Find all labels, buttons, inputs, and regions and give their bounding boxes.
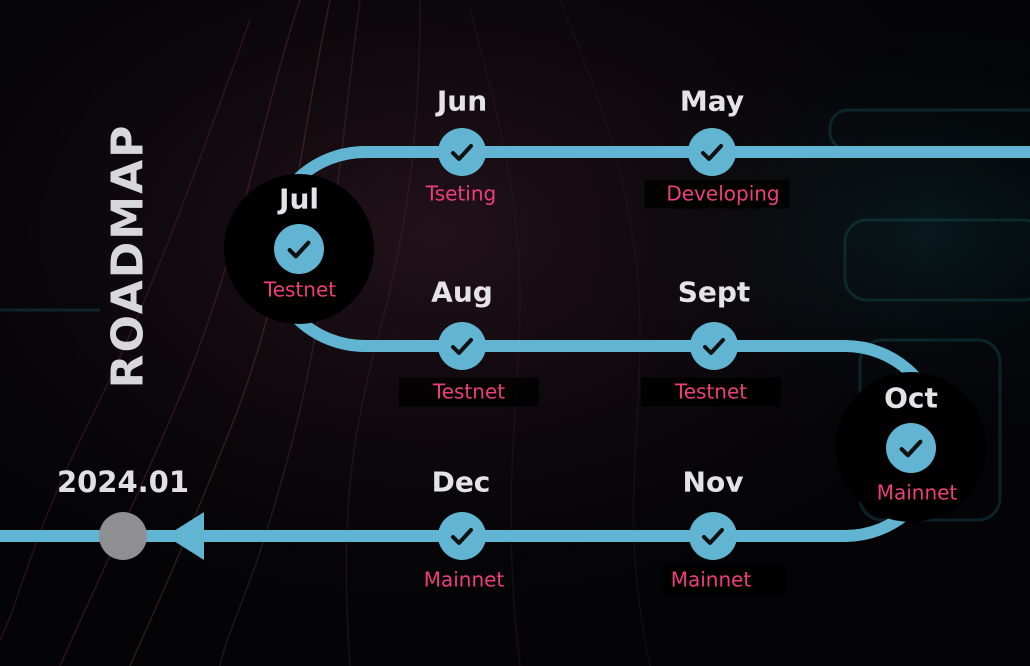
- milestone-sept-status: Testnet: [640, 377, 782, 407]
- check-icon: [688, 128, 736, 176]
- check-icon: [886, 423, 936, 473]
- milestone-dec-month: Dec: [431, 465, 491, 499]
- milestone-may-month: May: [679, 84, 745, 118]
- milestone-aug-month: Aug: [431, 275, 493, 309]
- milestone-jul-status: Testnet: [263, 277, 337, 302]
- milestone-jul-month: Jul: [279, 182, 319, 216]
- milestone-dec-status: Mainnet: [423, 567, 505, 592]
- check-icon: [438, 322, 486, 370]
- milestone-may-status: Developing: [644, 179, 790, 209]
- milestone-oct-month: Oct: [884, 381, 938, 415]
- milestone-sept-month: Sept: [677, 275, 751, 309]
- milestone-jun-month: Jun: [436, 84, 488, 118]
- direction-arrow: [166, 512, 204, 560]
- milestone-jun-status: Tseting: [425, 181, 497, 206]
- start-marker: [99, 512, 147, 560]
- milestone-nov-status: Mainnet: [662, 565, 786, 595]
- milestone-nov-month: Nov: [682, 465, 744, 499]
- check-icon: [690, 322, 738, 370]
- roadmap-title: ROADMAP: [102, 123, 154, 389]
- roadmap-track: [0, 146, 1030, 560]
- check-icon: [689, 512, 737, 560]
- milestone-aug-status: Testnet: [398, 377, 540, 407]
- start-date-label: 2024.01: [56, 465, 190, 499]
- check-icon: [438, 512, 486, 560]
- check-icon: [274, 224, 324, 274]
- roadmap-stage: ROADMAP 2024.01 May Developing Jun Tseti…: [0, 0, 1030, 666]
- milestone-oct-status: Mainnet: [876, 480, 958, 505]
- check-icon: [438, 128, 486, 176]
